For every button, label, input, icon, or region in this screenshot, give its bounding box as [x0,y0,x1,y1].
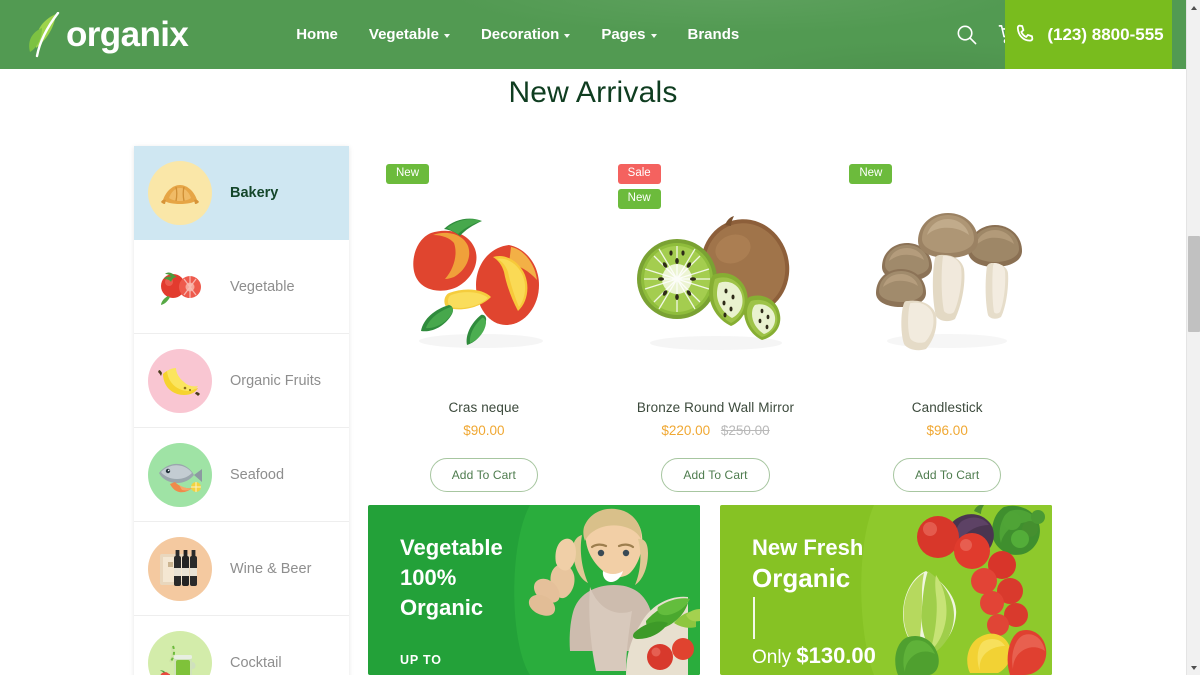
logo-text: organix [66,15,189,54]
sidebar-item-bakery[interactable]: Bakery [134,146,349,240]
nav-item-pages[interactable]: Pages [601,26,657,43]
price-current: $96.00 [926,423,968,438]
nav-label: Vegetable [368,26,439,43]
nav-item-decoration[interactable]: Decoration [480,26,571,43]
page-title: New Arrivals [508,76,678,109]
kiwi-image[interactable] [600,182,832,378]
wine-bottle-icon [148,536,212,601]
product-price: $220.00 $250.00 [600,423,832,438]
promo-banner-fresh-organic[interactable]: New Fresh Organic Only $130.00 [720,505,1052,675]
sidebar-item-cocktail[interactable]: Cocktail [134,616,349,675]
product-name[interactable]: Candlestick [831,400,1063,415]
sidebar-item-label: Cocktail [230,654,282,671]
page-scrollbar[interactable] [1186,0,1200,675]
price-current: $220.00 [661,423,711,438]
search-icon[interactable] [955,23,978,46]
fresh-vegetables-image [852,505,1052,675]
banner-price-prefix: Only [752,647,797,668]
banner-line-1: New Fresh [752,535,864,560]
promo-banners: Vegetable 100% Organic UP TO New Fresh O… [368,505,1052,675]
fish-icon [148,442,212,507]
product-name[interactable]: Cras neque [368,400,600,415]
sidebar-item-wine-beer[interactable]: Wine & Beer [134,522,349,616]
category-sidebar: Bakery Vegetable Organic Fruits Seafood … [134,146,349,675]
chevron-down-icon [650,33,657,38]
page-root: organix Home Vegetable Decoration Pages … [0,0,1200,675]
product-name[interactable]: Bronze Round Wall Mirror [600,400,832,415]
sidebar-item-organic-fruits[interactable]: Organic Fruits [134,334,349,428]
banner-line-2: 100% [400,565,457,590]
nav-label: Decoration [480,26,560,43]
product-price: $96.00 [831,423,1063,438]
main-navigation: Home Vegetable Decoration Pages Brands [296,26,739,43]
sidebar-item-label: Bakery [230,184,279,201]
banner-price: Only $130.00 [752,643,876,669]
sidebar-item-label: Seafood [230,466,285,483]
add-to-cart-button[interactable]: Add To Cart [429,458,538,492]
nav-label: Pages [601,26,646,43]
phone-contact-block[interactable]: (123) 8800-555 [1005,0,1172,69]
leaf-icon [26,11,70,58]
price-original: $250.00 [720,423,770,438]
mushroom-image[interactable] [831,182,1063,378]
banner-divider-rule [753,597,755,639]
product-card: New [831,158,1063,492]
scroll-down-arrow-icon[interactable] [1187,660,1200,675]
promo-banner-vegetable[interactable]: Vegetable 100% Organic UP TO [368,505,700,675]
product-badges: New [386,164,430,185]
product-card: Sale New Bronze Round Wall Mirror $220.0… [600,158,832,492]
chevron-down-icon [564,33,571,38]
add-to-cart-row: Add To Cart [831,458,1063,492]
badge-sale: Sale [617,164,661,185]
add-to-cart-button[interactable]: Add To Cart [661,458,770,492]
phone-number: (123) 8800-555 [1047,24,1164,44]
nav-item-brands[interactable]: Brands [688,26,740,43]
phone-icon [1013,22,1038,47]
cocktail-icon [148,630,212,675]
banner-headline: Vegetable 100% Organic [400,533,503,623]
product-price: $90.00 [368,423,600,438]
add-to-cart-row: Add To Cart [600,458,832,492]
banner-line-3: Organic [400,595,484,620]
nav-item-home[interactable]: Home [296,26,338,43]
croissant-icon [148,160,212,225]
add-to-cart-button[interactable]: Add To Cart [893,458,1002,492]
site-header: organix Home Vegetable Decoration Pages … [0,0,1186,69]
sidebar-item-label: Organic Fruits [230,372,322,389]
sidebar-item-label: Vegetable [230,278,295,295]
nav-label: Brands [687,26,740,43]
badge-new: New [849,164,893,185]
product-badges: Sale New [617,164,661,210]
banner-upto-label: UP TO [400,653,442,667]
banner-headline: New Fresh Organic [752,533,863,593]
nav-item-vegetable[interactable]: Vegetable [369,26,450,43]
sidebar-item-vegetable[interactable]: Vegetable [134,240,349,334]
tomato-icon [148,255,212,319]
banner-line-1: Vegetable [400,535,503,560]
scrollbar-thumb[interactable] [1188,236,1200,332]
product-grid: New Cras neque $90.00 Add To Cart Sale N… [368,158,1063,492]
badge-new: New [617,189,661,210]
mango-image[interactable] [368,182,600,378]
sidebar-item-seafood[interactable]: Seafood [134,428,349,522]
price-current: $90.00 [463,423,505,438]
sidebar-item-label: Wine & Beer [230,560,312,577]
banana-icon [148,348,212,413]
add-to-cart-row: Add To Cart [368,458,600,492]
chevron-down-icon [443,33,450,38]
nav-label: Home [296,26,338,43]
banner-price-value: $130.00 [796,643,876,668]
product-badges: New [849,164,893,185]
scroll-up-arrow-icon[interactable] [1187,0,1200,15]
banner-line-2: Organic [752,563,851,593]
badge-new: New [386,164,430,185]
woman-with-vegetables-image [500,505,700,675]
logo[interactable]: organix [26,11,189,58]
product-card: New [368,158,600,492]
